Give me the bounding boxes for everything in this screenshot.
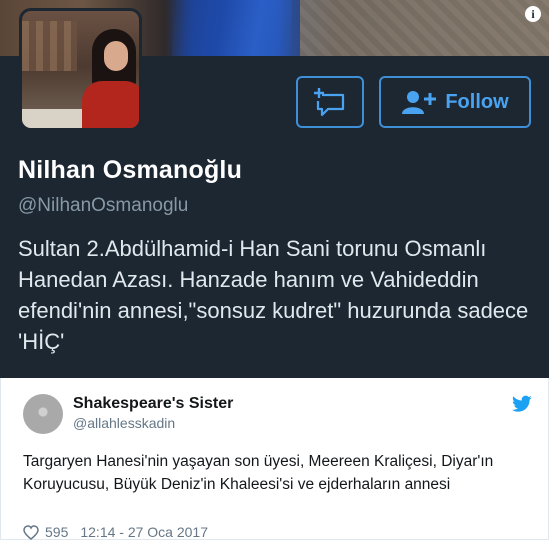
- profile-name[interactable]: Nilhan Osmanoğlu: [18, 156, 242, 185]
- heart-icon[interactable]: [23, 524, 39, 540]
- direct-message-button[interactable]: [296, 76, 364, 128]
- avatar-face: [104, 41, 128, 71]
- profile-avatar[interactable]: [19, 8, 142, 131]
- embedded-tweet[interactable]: Shakespeare's Sister @allahlesskadin Tar…: [0, 378, 549, 540]
- add-user-icon: [402, 91, 437, 114]
- follow-button[interactable]: Follow: [379, 76, 531, 128]
- twitter-bird-icon[interactable]: [512, 395, 532, 413]
- tweet-author-name[interactable]: Shakespeare's Sister: [73, 395, 233, 413]
- tweet-timestamp[interactable]: 12:14 - 27 Oca 2017: [80, 524, 208, 540]
- tweet-text: Targaryen Hanesi'nin yaşayan son üyesi, …: [23, 453, 494, 493]
- info-icon[interactable]: i: [525, 6, 541, 22]
- profile-card: i Follow Nilhan Osmanoğlu @NilhanOsmanog…: [0, 0, 549, 378]
- direct-message-icon: [314, 88, 345, 117]
- banner-fabric: [172, 0, 292, 56]
- avatar-bookshelf: [22, 21, 77, 71]
- banner-blanket: [300, 0, 549, 56]
- tweet-author-handle[interactable]: @allahlesskadin: [73, 415, 175, 431]
- like-count[interactable]: 595: [45, 524, 68, 540]
- follow-label: Follow: [445, 90, 509, 113]
- tweet-author-avatar[interactable]: [23, 394, 63, 434]
- profile-bio: Sultan 2.Abdülhamid-i Han Sani torunu Os…: [18, 236, 529, 354]
- avatar-dress: [82, 81, 139, 128]
- tweet-meta: 595 12:14 - 27 Oca 2017: [23, 524, 208, 540]
- profile-handle[interactable]: @NilhanOsmanoglu: [18, 195, 188, 217]
